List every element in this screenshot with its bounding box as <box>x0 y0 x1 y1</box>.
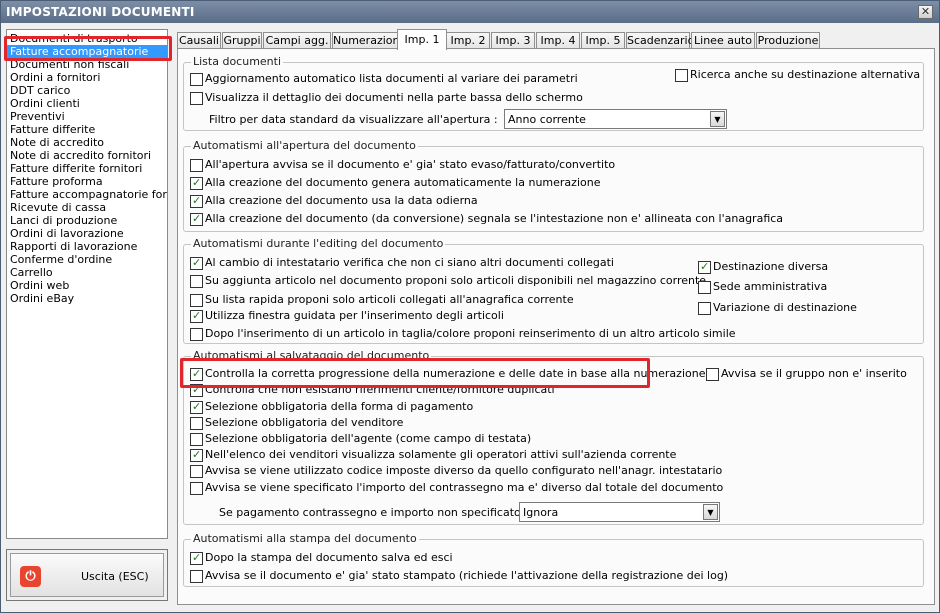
contrassegno-label: Se pagamento contrassegno e importo non … <box>219 506 528 519</box>
checkbox[interactable] <box>675 69 688 82</box>
power-icon: ⏻ <box>20 566 41 587</box>
checkbox[interactable] <box>190 294 203 307</box>
group-stampa: Automatismi alla stampa del documento Do… <box>183 532 924 587</box>
sidebar-item[interactable]: Ordini eBay <box>7 292 167 305</box>
checkbox[interactable] <box>698 302 711 315</box>
tab-imp-1[interactable]: Imp. 1 <box>397 29 447 50</box>
document-type-list[interactable]: Documenti di trasporto Fatture accompagna… <box>6 29 168 539</box>
checkbox[interactable] <box>698 260 711 274</box>
date-filter-label: Filtro per data standard da visualizzare… <box>209 113 498 126</box>
group-title: Lista documenti <box>191 55 284 68</box>
title-bar: IMPOSTAZIONI DOCUMENTI ✕ <box>1 1 939 23</box>
checkbox[interactable] <box>190 328 203 341</box>
window-title: IMPOSTAZIONI DOCUMENTI <box>6 5 195 19</box>
checkbox[interactable] <box>190 433 203 446</box>
group-lista-documenti: Lista documenti Aggiornamento automatico… <box>183 55 924 131</box>
group-title: Automatismi alla stampa del documento <box>191 532 419 545</box>
sidebar-item[interactable]: Ordini clienti <box>7 97 167 110</box>
checkbox[interactable] <box>190 256 203 270</box>
checkbox[interactable] <box>190 400 203 414</box>
group-title: Automatismi all'apertura del documento <box>191 139 418 152</box>
exit-button-frame: ⏻ Uscita (ESC) <box>6 549 168 601</box>
exit-button-label: Uscita (ESC) <box>81 570 149 583</box>
sidebar-item[interactable]: Fatture proforma <box>7 175 167 188</box>
group-editing: Automatismi durante l'editing del docume… <box>183 237 924 344</box>
checkbox[interactable] <box>190 73 203 86</box>
highlight-box-sidebar <box>4 36 172 61</box>
sidebar-item[interactable]: Note di accredito <box>7 136 167 149</box>
checkbox[interactable] <box>190 570 203 583</box>
tab-panel-imp1: Lista documenti Aggiornamento automatico… <box>177 48 935 605</box>
checkbox[interactable] <box>190 159 203 172</box>
group-title: Automatismi durante l'editing del docume… <box>191 237 446 250</box>
sidebar-item[interactable]: Conferme d'ordine <box>7 253 167 266</box>
checkbox[interactable] <box>190 176 203 190</box>
sidebar-item[interactable]: Ricevute di cassa <box>7 201 167 214</box>
checkbox[interactable] <box>190 275 203 288</box>
checkbox[interactable] <box>190 417 203 430</box>
checkbox[interactable] <box>190 482 203 495</box>
sidebar-item[interactable]: Ordini a fornitori <box>7 71 167 84</box>
checkbox[interactable] <box>706 368 719 381</box>
sidebar-item[interactable]: Note di accredito fornitori <box>7 149 167 162</box>
checkbox[interactable] <box>190 551 203 565</box>
contrassegno-select[interactable]: Ignora ▼ <box>519 502 720 522</box>
sidebar-item[interactable]: Ordini di lavorazione <box>7 227 167 240</box>
checkbox[interactable] <box>190 92 203 105</box>
sidebar-item[interactable]: Ordini web <box>7 279 167 292</box>
sidebar-item[interactable]: Fatture differite fornitori <box>7 162 167 175</box>
close-icon[interactable]: ✕ <box>918 5 933 19</box>
chevron-down-icon: ▼ <box>703 504 718 520</box>
sidebar-item[interactable]: Fatture accompagnatorie fornito <box>7 188 167 201</box>
settings-window: IMPOSTAZIONI DOCUMENTI ✕ Documenti di tr… <box>0 0 940 613</box>
checkbox[interactable] <box>190 309 203 323</box>
group-apertura: Automatismi all'apertura del documento A… <box>183 139 924 232</box>
checkbox[interactable] <box>190 212 203 226</box>
sidebar-item[interactable]: Carrello <box>7 266 167 279</box>
sidebar-item[interactable]: Rapporti di lavorazione <box>7 240 167 253</box>
date-filter-select[interactable]: Anno corrente ▼ <box>504 109 727 129</box>
highlight-box-numbering-option <box>180 358 650 388</box>
checkbox[interactable] <box>190 465 203 478</box>
checkbox[interactable] <box>190 448 203 462</box>
sidebar-item[interactable]: Lanci di produzione <box>7 214 167 227</box>
sidebar-item[interactable]: Fatture differite <box>7 123 167 136</box>
chevron-down-icon: ▼ <box>710 111 725 127</box>
checkbox[interactable] <box>698 281 711 294</box>
exit-button[interactable]: ⏻ Uscita (ESC) <box>10 553 164 597</box>
sidebar-item[interactable]: Preventivi <box>7 110 167 123</box>
checkbox[interactable] <box>190 194 203 208</box>
sidebar-item[interactable]: DDT carico <box>7 84 167 97</box>
